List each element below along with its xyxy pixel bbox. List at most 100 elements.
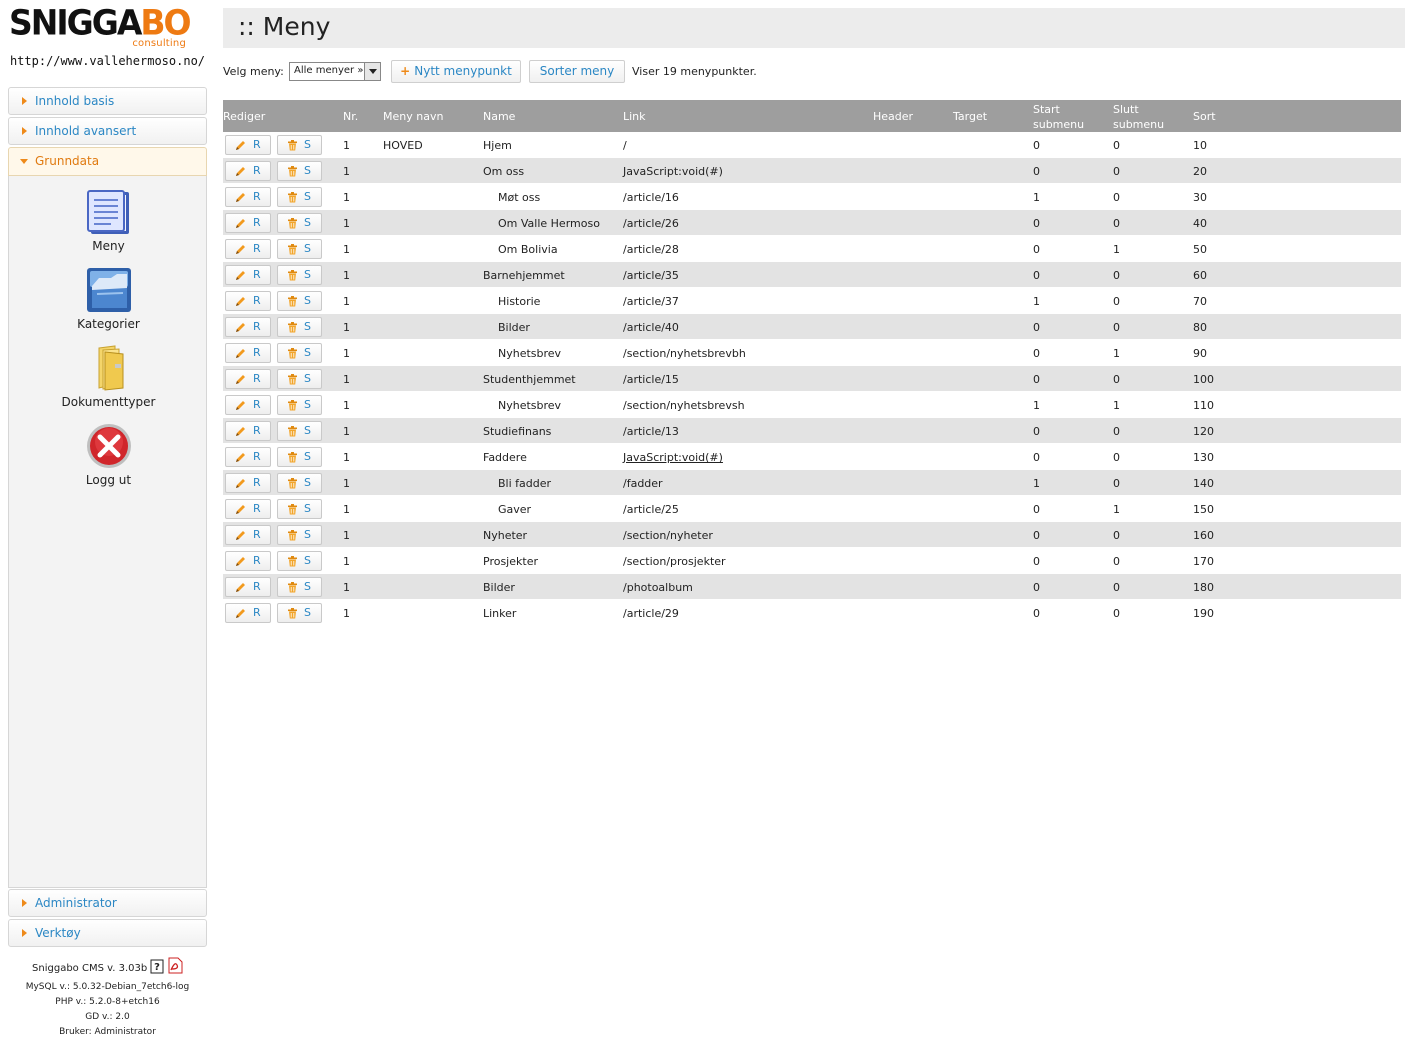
edit-button[interactable]: R [225, 369, 271, 389]
edit-button[interactable]: R [225, 421, 271, 441]
pencil-icon [236, 193, 245, 202]
cell-link: /article/25 [623, 503, 679, 516]
pencil-icon [236, 453, 245, 462]
cell-nr: 1 [343, 321, 350, 334]
edit-button[interactable]: R [225, 239, 271, 259]
delete-button[interactable]: S [277, 161, 322, 181]
edit-button[interactable]: R [225, 551, 271, 571]
table-row: R S 1 Gaver/article/25 0 1 150 [223, 496, 1401, 522]
delete-button[interactable]: S [277, 213, 322, 233]
page-title: :: Meny [238, 12, 331, 41]
edit-button[interactable]: R [225, 473, 271, 493]
pdf-icon[interactable] [167, 957, 183, 974]
cell-nr: 1 [343, 165, 350, 178]
new-menu-item-button[interactable]: + Nytt menypunkt [391, 60, 521, 83]
delete-button[interactable]: S [277, 187, 322, 207]
cell-start-submenu: 0 [1033, 321, 1040, 334]
site-url[interactable]: http://www.vallehermoso.no/ [0, 54, 215, 68]
cell-start-submenu: 1 [1033, 191, 1040, 204]
delete-button[interactable]: S [277, 135, 322, 155]
pencil-icon [236, 245, 245, 254]
delete-button[interactable]: S [277, 551, 322, 571]
delete-button[interactable]: S [277, 239, 322, 259]
sidebar-section-verktoy[interactable]: Verktøy [8, 919, 207, 947]
sidebar-section-innhold-avansert[interactable]: Innhold avansert [8, 117, 207, 145]
edit-label: R [253, 138, 261, 151]
delete-button[interactable]: S [277, 421, 322, 441]
delete-button[interactable]: S [277, 317, 322, 337]
trash-icon [288, 556, 297, 567]
tile-dokumenttyper[interactable]: Dokumenttyper [9, 344, 208, 409]
cell-name: Nyhetsbrev [498, 399, 562, 412]
cell-name: Bli fadder [498, 477, 552, 490]
delete-button[interactable]: S [277, 499, 322, 519]
cell-nr: 1 [343, 269, 350, 282]
cell-start-submenu: 0 [1033, 607, 1040, 620]
edit-button[interactable]: R [225, 213, 271, 233]
edit-button[interactable]: R [225, 499, 271, 519]
delete-button[interactable]: S [277, 525, 322, 545]
edit-button[interactable]: R [225, 161, 271, 181]
cell-link[interactable]: JavaScript:void(#) [623, 451, 723, 464]
sniggabo-logo[interactable]: SNIGGABO consulting [9, 5, 192, 54]
chevron-down-icon [20, 159, 28, 164]
tile-kategorier[interactable]: Kategorier [9, 266, 208, 331]
edit-label: R [253, 606, 261, 619]
cell-menu-name: HOVED [383, 139, 423, 152]
tile-label: Logg ut [85, 473, 132, 487]
edit-button[interactable]: R [225, 577, 271, 597]
edit-button[interactable]: R [225, 603, 271, 623]
delete-label: S [304, 606, 311, 619]
cell-name: Hjem [483, 139, 512, 152]
edit-button[interactable]: R [225, 187, 271, 207]
edit-button[interactable]: R [225, 447, 271, 467]
tile-meny[interactable]: Meny [9, 188, 208, 253]
delete-button[interactable]: S [277, 577, 322, 597]
edit-button[interactable]: R [225, 265, 271, 285]
delete-button[interactable]: S [277, 343, 322, 363]
cell-start-submenu: 0 [1033, 139, 1040, 152]
cell-name: Nyheter [483, 529, 528, 542]
tile-logg-ut[interactable]: Logg ut [9, 422, 208, 487]
cell-link: /section/nyhetsbrevbh [623, 347, 746, 360]
help-icon[interactable]: ? [150, 959, 164, 974]
delete-button[interactable]: S [277, 265, 322, 285]
edit-button[interactable]: R [225, 395, 271, 415]
delete-button[interactable]: S [277, 603, 322, 623]
menu-select[interactable]: Alle menyer » [289, 62, 381, 81]
table-row: R S 1 Nyhetsbrev/section/nyhetsbrevbh 0 1 90 [223, 340, 1401, 366]
cell-nr: 1 [343, 503, 350, 516]
current-user: Bruker: Administrator [59, 1027, 156, 1037]
col-header-end-line2: submenu [1113, 118, 1165, 131]
cell-end-submenu: 0 [1113, 139, 1120, 152]
edit-button[interactable]: R [225, 135, 271, 155]
delete-label: S [304, 424, 311, 437]
sidebar-section-grunndata[interactable]: Grunndata [8, 147, 207, 176]
pencil-icon [236, 375, 245, 384]
page-title-bar: :: Meny [223, 8, 1405, 48]
cell-end-submenu: 1 [1113, 503, 1120, 516]
cell-name: Studiefinans [483, 425, 552, 438]
sidebar-section-innhold-basis[interactable]: Innhold basis [8, 87, 207, 115]
delete-button[interactable]: S [277, 291, 322, 311]
delete-button[interactable]: S [277, 447, 322, 467]
cell-sort: 60 [1193, 269, 1207, 282]
col-header-end-submenu: Slutt submenu [1113, 102, 1164, 132]
col-header-start-line2: submenu [1033, 118, 1085, 131]
sidebar-section-administrator[interactable]: Administrator [8, 889, 207, 917]
delete-button[interactable]: S [277, 395, 322, 415]
edit-button[interactable]: R [225, 317, 271, 337]
pencil-icon [236, 401, 245, 410]
cell-sort: 130 [1193, 451, 1214, 464]
edit-button[interactable]: R [225, 343, 271, 363]
dropdown-arrow-icon[interactable] [364, 63, 380, 80]
delete-label: S [304, 242, 311, 255]
cell-nr: 1 [343, 191, 350, 204]
cell-nr: 1 [343, 425, 350, 438]
edit-button[interactable]: R [225, 525, 271, 545]
edit-button[interactable]: R [225, 291, 271, 311]
delete-button[interactable]: S [277, 473, 322, 493]
pencil-icon [236, 557, 245, 566]
sort-menu-button[interactable]: Sorter meny [529, 60, 625, 83]
delete-button[interactable]: S [277, 369, 322, 389]
